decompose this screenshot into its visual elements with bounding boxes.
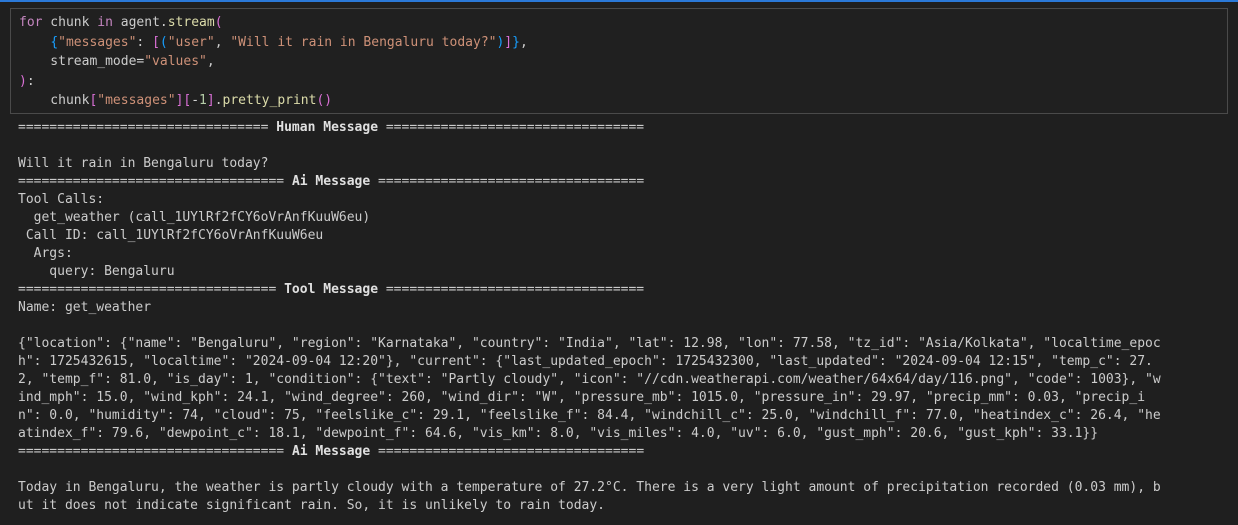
- code-token: ,: [214, 34, 231, 50]
- code-token: (: [214, 15, 223, 30]
- code-token: chunk: [42, 15, 98, 30]
- code-token: ]: [206, 93, 215, 108]
- tool-call-function: get_weather (call_1UYlRf2fCY6oVrAnfKuuW6…: [18, 210, 371, 225]
- code-token: {: [50, 34, 59, 50]
- code-token: (): [316, 93, 333, 108]
- tool-result-line: n": 0.0, "humidity": 74, "cloud": 75, "f…: [18, 408, 1161, 423]
- code-token: :: [26, 73, 35, 89]
- code-token: [: [152, 34, 160, 50]
- tool-result-line: {"location": {"name": "Bengaluru", "regi…: [18, 336, 1161, 351]
- code-token: }: [512, 34, 520, 50]
- code-token: for: [19, 15, 43, 30]
- ai-answer-line: ut it does not indicate significant rain…: [18, 498, 605, 513]
- ai-answer-line: Today in Bengaluru, the weather is partl…: [18, 480, 1161, 495]
- tool-calls-label: Tool Calls:: [18, 192, 105, 207]
- code-token: ): [19, 73, 27, 89]
- tool-call-query: query: Bengaluru: [18, 264, 175, 279]
- code-token: "messages": [58, 34, 137, 50]
- code-token: stream_mode: [19, 54, 137, 69]
- code-line: for chunk in agent.stream(: [19, 13, 528, 33]
- tool-call-args-label: Args:: [18, 246, 73, 261]
- code-token: (: [159, 34, 168, 50]
- code-token: ]: [504, 34, 513, 50]
- code-token: 1: [199, 93, 207, 108]
- tool-result-line: h": 1725432615, "localtime": "2024-09-04…: [18, 354, 1153, 369]
- human-message-title: Human Message: [276, 120, 379, 135]
- cell-output: ================================ Human M…: [0, 119, 1238, 525]
- human-message-text: Will it rain in Bengaluru today?: [18, 156, 269, 171]
- code-token: "values": [144, 54, 207, 69]
- code-token: ,: [206, 54, 215, 69]
- tool-message-title: Tool Message: [284, 282, 379, 297]
- code-token: in: [97, 15, 113, 30]
- code-token: "user": [167, 34, 215, 50]
- code-line: {"messages": [("user", "Will it rain in …: [19, 33, 528, 53]
- ai-message-header: ================================== Ai Me…: [18, 174, 645, 189]
- tool-result-line: atindex_f": 79.6, "dewpoint_c": 18.1, "d…: [18, 426, 1099, 441]
- tool-message-header: ================================= Tool M…: [18, 282, 645, 297]
- code-cell-editor[interactable]: for chunk in agent.stream( {"messages": …: [10, 8, 1228, 114]
- tool-result-line: ind_mph": 15.0, "wind_kph": 24.1, "wind_…: [18, 390, 1146, 405]
- human-message-header: ================================ Human M…: [18, 120, 645, 135]
- code-line: ):: [19, 72, 528, 92]
- code-token: ,: [519, 34, 528, 50]
- ai-message-title-2: Ai Message: [291, 444, 371, 459]
- tool-call-id: Call ID: call_1UYlRf2fCY6oVrAnfKuuW6eu: [18, 228, 324, 243]
- code-token: :: [136, 34, 153, 50]
- code-token: .: [214, 93, 223, 108]
- tool-result-line: 2, "temp_f": 81.0, "is_day": 1, "conditi…: [18, 372, 1161, 387]
- code-token: chunk: [19, 93, 90, 108]
- tool-message-name: Name: get_weather: [18, 300, 152, 315]
- code-token: "Will it rain in Bengaluru today?": [230, 34, 497, 50]
- code-token: -: [191, 93, 200, 108]
- code-token: agent.: [112, 15, 168, 30]
- code-text[interactable]: for chunk in agent.stream( {"messages": …: [19, 13, 528, 111]
- code-token: stream: [167, 15, 215, 30]
- ai-message-title: Ai Message: [291, 174, 371, 189]
- code-token: "messages": [97, 93, 176, 108]
- code-line: stream_mode="values",: [19, 52, 528, 72]
- cell-focus-bar: [0, 0, 1238, 2]
- code-token: pretty_print: [222, 93, 317, 108]
- code-line: chunk["messages"][-1].pretty_print(): [19, 91, 528, 111]
- ai-message-header-2: ================================== Ai Me…: [18, 444, 645, 459]
